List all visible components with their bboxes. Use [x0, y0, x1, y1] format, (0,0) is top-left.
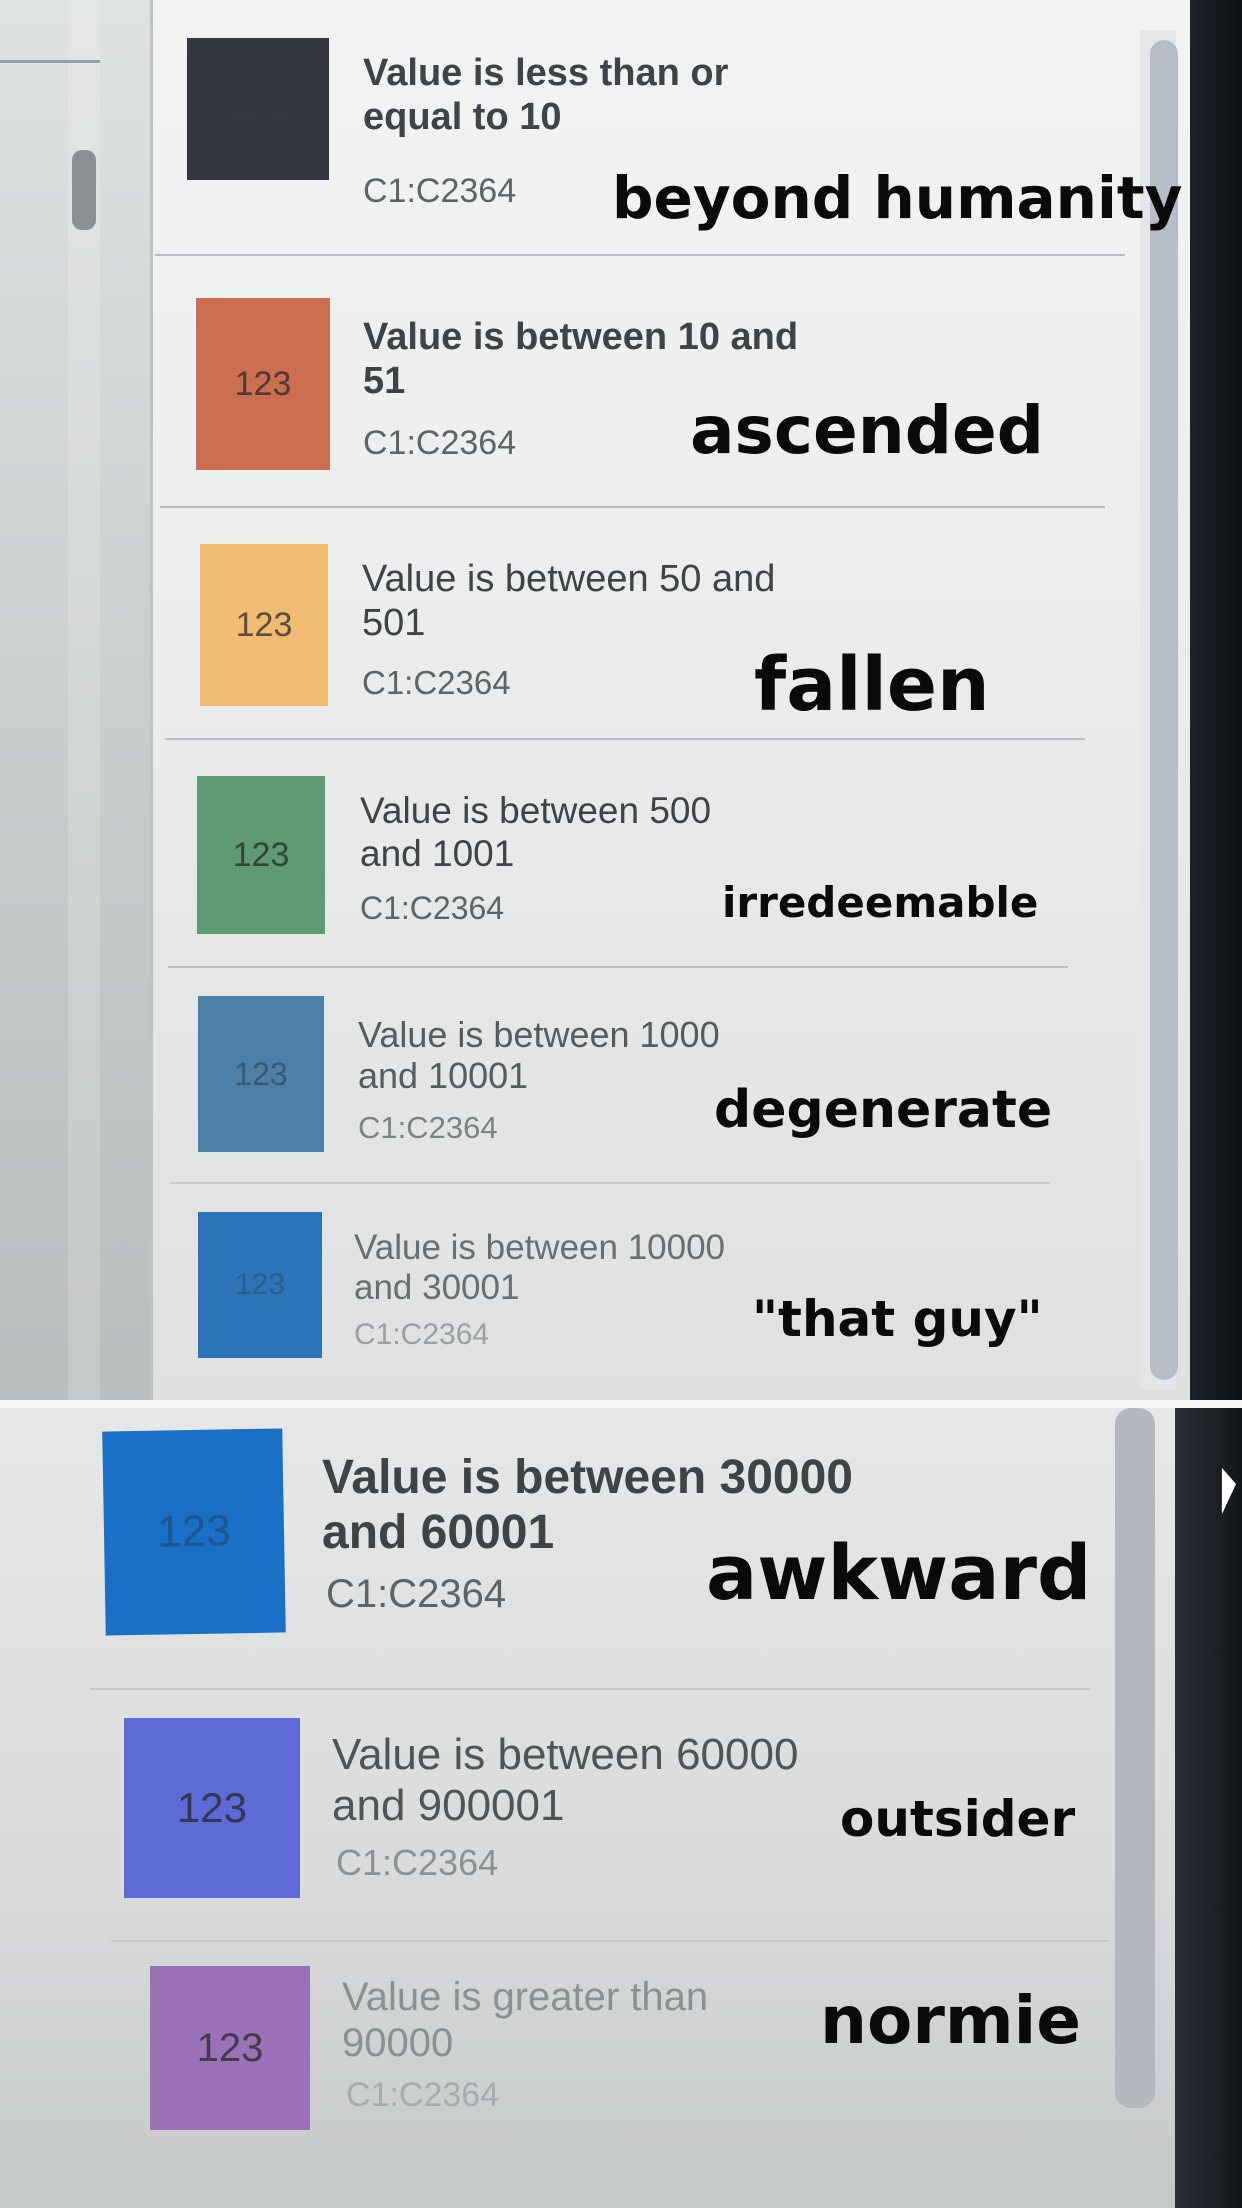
rule-row[interactable]: 123 Value is greater than 90000 C1:C2364…	[0, 0, 1242, 2208]
rule-condition: Value is greater than 90000	[342, 1975, 709, 2065]
swatch-label: 123	[196, 2025, 264, 2070]
caption-text: normie	[820, 1982, 1082, 2059]
format-swatch[interactable]: 123	[150, 1966, 310, 2130]
rule-range: C1:C2364	[346, 2076, 500, 2114]
